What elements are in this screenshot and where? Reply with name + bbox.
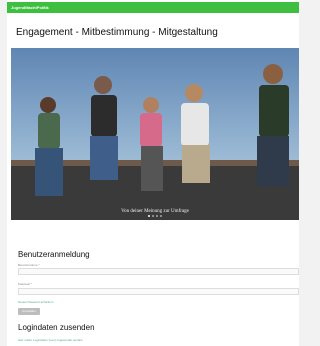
hero-slider[interactable]: Von deiner Meinung zur Umfrage [11,48,299,220]
hero-image [11,48,299,220]
username-input[interactable] [18,268,299,275]
slide-dot-1[interactable] [148,215,150,217]
password-input[interactable] [18,288,299,295]
send-login-title: Logindaten zusenden [18,323,95,332]
slide-indicators [11,215,299,217]
login-button[interactable]: Anmelden [18,308,40,315]
slide-dot-2[interactable] [152,215,154,217]
send-login-link[interactable]: Hier sollen Logindaten (neu) zugesendet … [18,338,83,342]
slide-dot-4[interactable] [160,215,162,217]
slide-dot-3[interactable] [156,215,158,217]
site-brand[interactable]: JugendMachtPolitik [11,4,49,11]
page: JugendMachtPolitik Engagement - Mitbesti… [7,0,299,346]
password-label: Passwort * [18,282,33,286]
page-title: Engagement - Mitbestimmung - Mitgestaltu… [16,27,218,38]
username-label: Benutzername * [18,263,40,267]
slide-caption: Von deiner Meinung zur Umfrage [121,209,189,214]
request-password-link[interactable]: Neues Passwort anfordern [18,300,54,304]
login-title: Benutzeranmeldung [18,250,90,259]
top-bar: JugendMachtPolitik [7,2,299,13]
